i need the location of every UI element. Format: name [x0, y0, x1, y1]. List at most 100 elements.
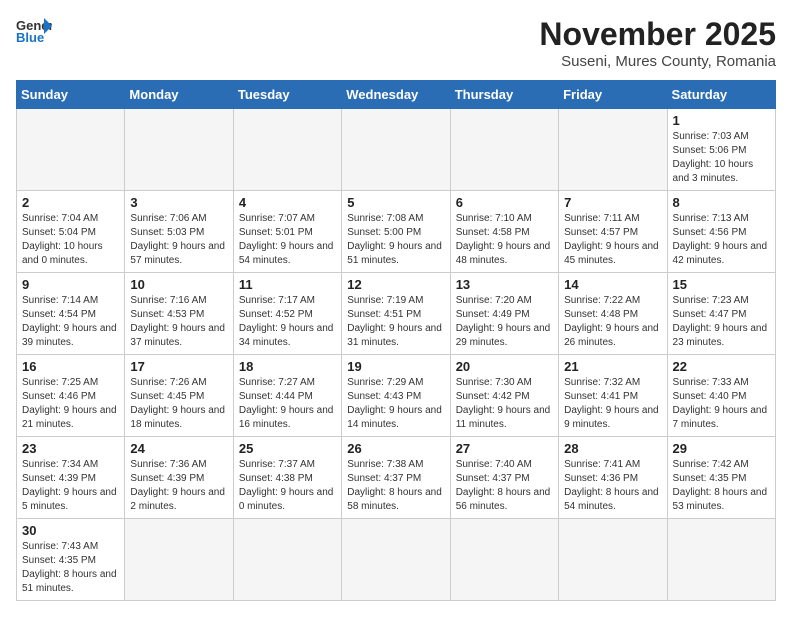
day-info: Sunrise: 7:04 AM Sunset: 5:04 PM Dayligh…: [22, 212, 119, 268]
calendar-cell: 1 Sunrise: 7:03 AM Sunset: 5:06 PM Daylig…: [667, 109, 775, 191]
day-info: Sunrise: 7:33 AM Sunset: 4:40 PM Dayligh…: [673, 376, 770, 432]
day-info: Sunrise: 7:03 AM Sunset: 5:06 PM Dayligh…: [673, 130, 770, 186]
day-info: Sunrise: 7:16 AM Sunset: 4:53 PM Dayligh…: [130, 294, 227, 350]
calendar: SundayMondayTuesdayWednesdayThursdayFrid…: [16, 80, 776, 601]
calendar-cell: 4Sunrise: 7:07 AM Sunset: 5:01 PM Daylig…: [233, 191, 341, 273]
calendar-cell: [342, 519, 450, 601]
day-number: 24: [130, 441, 227, 456]
calendar-cell: [125, 519, 233, 601]
calendar-cell: 19 Sunrise: 7:29 AM Sunset: 4:43 PM Dayli…: [342, 355, 450, 437]
calendar-cell: 30 Sunrise: 7:43 AM Sunset: 4:35 PM Dayli…: [17, 519, 125, 601]
day-number: 30: [22, 523, 119, 538]
calendar-cell: [559, 109, 667, 191]
calendar-cell: 26Sunrise: 7:38 AM Sunset: 4:37 PM Dayli…: [342, 437, 450, 519]
calendar-cell: [450, 109, 558, 191]
day-info: Sunrise: 7:26 AM Sunset: 4:45 PM Dayligh…: [130, 376, 227, 432]
calendar-cell: [125, 109, 233, 191]
calendar-header-row: SundayMondayTuesdayWednesdayThursdayFrid…: [17, 81, 776, 109]
day-number: 6: [456, 195, 553, 210]
day-number: 3: [130, 195, 227, 210]
day-number: 17: [130, 359, 227, 374]
calendar-cell: 23Sunrise: 7:34 AM Sunset: 4:39 PM Dayli…: [17, 437, 125, 519]
day-info: Sunrise: 7:20 AM Sunset: 4:49 PM Dayligh…: [456, 294, 553, 350]
day-info: Sunrise: 7:14 AM Sunset: 4:54 PM Dayligh…: [22, 294, 119, 350]
day-info: Sunrise: 7:37 AM Sunset: 4:38 PM Dayligh…: [239, 458, 336, 514]
day-number: 1: [673, 113, 770, 128]
logo-icon: General Blue: [16, 16, 52, 44]
calendar-cell: [233, 109, 341, 191]
day-number: 21: [564, 359, 661, 374]
day-info: Sunrise: 7:38 AM Sunset: 4:37 PM Dayligh…: [347, 458, 444, 514]
calendar-cell: 8 Sunrise: 7:13 AM Sunset: 4:56 PM Daylig…: [667, 191, 775, 273]
svg-text:Blue: Blue: [16, 30, 44, 44]
day-number: 27: [456, 441, 553, 456]
day-info: Sunrise: 7:40 AM Sunset: 4:37 PM Dayligh…: [456, 458, 553, 514]
day-number: 23: [22, 441, 119, 456]
day-info: Sunrise: 7:07 AM Sunset: 5:01 PM Dayligh…: [239, 212, 336, 268]
day-info: Sunrise: 7:10 AM Sunset: 4:58 PM Dayligh…: [456, 212, 553, 268]
day-info: Sunrise: 7:23 AM Sunset: 4:47 PM Dayligh…: [673, 294, 770, 350]
calendar-week-row: 23Sunrise: 7:34 AM Sunset: 4:39 PM Dayli…: [17, 437, 776, 519]
calendar-cell: 21 Sunrise: 7:32 AM Sunset: 4:41 PM Dayli…: [559, 355, 667, 437]
calendar-cell: 3 Sunrise: 7:06 AM Sunset: 5:03 PM Daylig…: [125, 191, 233, 273]
day-number: 22: [673, 359, 770, 374]
day-number: 15: [673, 277, 770, 292]
day-info: Sunrise: 7:32 AM Sunset: 4:41 PM Dayligh…: [564, 376, 661, 432]
day-number: 12: [347, 277, 444, 292]
calendar-cell: 2Sunrise: 7:04 AM Sunset: 5:04 PM Daylig…: [17, 191, 125, 273]
day-number: 11: [239, 277, 336, 292]
day-info: Sunrise: 7:08 AM Sunset: 5:00 PM Dayligh…: [347, 212, 444, 268]
day-header-sunday: Sunday: [17, 81, 125, 109]
day-info: Sunrise: 7:42 AM Sunset: 4:35 PM Dayligh…: [673, 458, 770, 514]
day-info: Sunrise: 7:36 AM Sunset: 4:39 PM Dayligh…: [130, 458, 227, 514]
day-info: Sunrise: 7:29 AM Sunset: 4:43 PM Dayligh…: [347, 376, 444, 432]
day-number: 19: [347, 359, 444, 374]
day-info: Sunrise: 7:43 AM Sunset: 4:35 PM Dayligh…: [22, 540, 119, 596]
calendar-cell: 7 Sunrise: 7:11 AM Sunset: 4:57 PM Daylig…: [559, 191, 667, 273]
calendar-cell: 6 Sunrise: 7:10 AM Sunset: 4:58 PM Daylig…: [450, 191, 558, 273]
calendar-week-row: 9Sunrise: 7:14 AM Sunset: 4:54 PM Daylig…: [17, 273, 776, 355]
day-info: Sunrise: 7:41 AM Sunset: 4:36 PM Dayligh…: [564, 458, 661, 514]
day-info: Sunrise: 7:30 AM Sunset: 4:42 PM Dayligh…: [456, 376, 553, 432]
day-header-wednesday: Wednesday: [342, 81, 450, 109]
calendar-cell: 28Sunrise: 7:41 AM Sunset: 4:36 PM Dayli…: [559, 437, 667, 519]
day-header-monday: Monday: [125, 81, 233, 109]
calendar-cell: 15 Sunrise: 7:23 AM Sunset: 4:47 PM Dayli…: [667, 273, 775, 355]
calendar-week-row: 2Sunrise: 7:04 AM Sunset: 5:04 PM Daylig…: [17, 191, 776, 273]
calendar-week-row: 1 Sunrise: 7:03 AM Sunset: 5:06 PM Daylig…: [17, 109, 776, 191]
calendar-cell: [450, 519, 558, 601]
day-info: Sunrise: 7:13 AM Sunset: 4:56 PM Dayligh…: [673, 212, 770, 268]
day-number: 25: [239, 441, 336, 456]
day-number: 7: [564, 195, 661, 210]
day-info: Sunrise: 7:19 AM Sunset: 4:51 PM Dayligh…: [347, 294, 444, 350]
calendar-cell: 25 Sunrise: 7:37 AM Sunset: 4:38 PM Dayli…: [233, 437, 341, 519]
location-title: Suseni, Mures County, Romania: [539, 53, 776, 70]
day-info: Sunrise: 7:06 AM Sunset: 5:03 PM Dayligh…: [130, 212, 227, 268]
calendar-week-row: 16 Sunrise: 7:25 AM Sunset: 4:46 PM Dayli…: [17, 355, 776, 437]
day-info: Sunrise: 7:17 AM Sunset: 4:52 PM Dayligh…: [239, 294, 336, 350]
calendar-cell: [342, 109, 450, 191]
calendar-cell: [559, 519, 667, 601]
day-number: 18: [239, 359, 336, 374]
calendar-cell: 20 Sunrise: 7:30 AM Sunset: 4:42 PM Dayli…: [450, 355, 558, 437]
calendar-cell: 9Sunrise: 7:14 AM Sunset: 4:54 PM Daylig…: [17, 273, 125, 355]
day-number: 5: [347, 195, 444, 210]
calendar-cell: 27 Sunrise: 7:40 AM Sunset: 4:37 PM Dayli…: [450, 437, 558, 519]
day-number: 8: [673, 195, 770, 210]
day-number: 13: [456, 277, 553, 292]
calendar-cell: 24 Sunrise: 7:36 AM Sunset: 4:39 PM Dayli…: [125, 437, 233, 519]
calendar-cell: 13 Sunrise: 7:20 AM Sunset: 4:49 PM Dayli…: [450, 273, 558, 355]
day-number: 20: [456, 359, 553, 374]
calendar-cell: 14Sunrise: 7:22 AM Sunset: 4:48 PM Dayli…: [559, 273, 667, 355]
day-header-saturday: Saturday: [667, 81, 775, 109]
calendar-cell: 11 Sunrise: 7:17 AM Sunset: 4:52 PM Dayli…: [233, 273, 341, 355]
title-block: November 2025 Suseni, Mures County, Roma…: [539, 16, 776, 70]
calendar-week-row: 30 Sunrise: 7:43 AM Sunset: 4:35 PM Dayli…: [17, 519, 776, 601]
calendar-cell: 5 Sunrise: 7:08 AM Sunset: 5:00 PM Daylig…: [342, 191, 450, 273]
day-number: 16: [22, 359, 119, 374]
calendar-cell: 12 Sunrise: 7:19 AM Sunset: 4:51 PM Dayli…: [342, 273, 450, 355]
day-info: Sunrise: 7:11 AM Sunset: 4:57 PM Dayligh…: [564, 212, 661, 268]
calendar-cell: 18Sunrise: 7:27 AM Sunset: 4:44 PM Dayli…: [233, 355, 341, 437]
day-info: Sunrise: 7:25 AM Sunset: 4:46 PM Dayligh…: [22, 376, 119, 432]
calendar-cell: 29Sunrise: 7:42 AM Sunset: 4:35 PM Dayli…: [667, 437, 775, 519]
